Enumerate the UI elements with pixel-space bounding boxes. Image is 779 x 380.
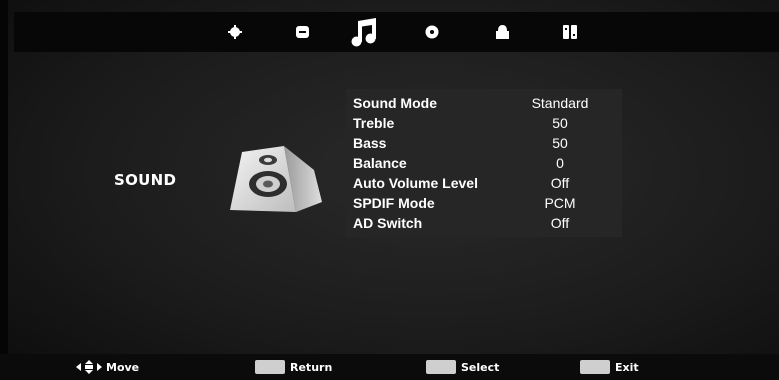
- music-note-icon: [351, 18, 376, 47]
- hint-select: Select: [426, 359, 499, 375]
- channel-icon: [295, 26, 309, 38]
- menu-item-label: Balance: [353, 155, 407, 171]
- section-title: SOUND: [114, 171, 177, 189]
- menu-item-balance[interactable]: Balance 0: [346, 153, 622, 173]
- arrow-keys-icon: [76, 360, 102, 374]
- menu-item-value: 0: [556, 155, 564, 171]
- menu-item-label: AD Switch: [353, 215, 423, 231]
- menu-item-label: Auto Volume Level: [353, 175, 478, 191]
- hint-move: Move: [76, 359, 139, 375]
- tab-setup[interactable]: [559, 12, 581, 52]
- speaker-icon: [230, 146, 322, 212]
- picture-icon: [228, 25, 242, 39]
- menu-key-icon: [255, 360, 285, 374]
- time-icon: [425, 25, 439, 39]
- menu-item-value: PCM: [544, 195, 576, 211]
- tab-lock[interactable]: [491, 12, 513, 52]
- menu-item-label: SPDIF Mode: [353, 195, 435, 211]
- menu-item-value: 50: [552, 135, 568, 151]
- tab-picture[interactable]: [224, 12, 246, 52]
- menu-item-value: Standard: [531, 95, 589, 111]
- setup-icon: [563, 25, 577, 39]
- menu-item-ad-switch[interactable]: AD Switch Off: [346, 213, 622, 233]
- menu-item-sound-mode[interactable]: Sound Mode Standard: [346, 93, 622, 113]
- sound-menu: Sound Mode Standard Treble 50 Bass 50 Ba…: [346, 89, 622, 237]
- hint-return-label: Return: [290, 360, 333, 374]
- menu-item-treble[interactable]: Treble 50: [346, 113, 622, 133]
- menu-item-value: 50: [552, 115, 568, 131]
- menu-item-bass[interactable]: Bass 50: [346, 133, 622, 153]
- lock-icon: [495, 25, 509, 39]
- tab-sound[interactable]: [344, 12, 384, 52]
- menu-item-auto-volume-level[interactable]: Auto Volume Level Off: [346, 173, 622, 193]
- menu-item-label: Sound Mode: [353, 95, 437, 111]
- menu-tab-bar: [14, 12, 779, 52]
- hint-bar: Move Return Select Exit: [0, 354, 779, 380]
- tab-channel[interactable]: [291, 12, 313, 52]
- hint-exit-label: Exit: [615, 360, 639, 374]
- menu-item-spdif-mode[interactable]: SPDIF Mode PCM: [346, 193, 622, 213]
- ok-key-icon: [426, 360, 456, 374]
- menu-item-value: Off: [550, 175, 570, 191]
- hint-select-label: Select: [461, 360, 500, 374]
- menu-item-label: Treble: [353, 115, 395, 131]
- exit-key-icon: [580, 360, 610, 374]
- menu-item-value: Off: [550, 215, 570, 231]
- tab-time[interactable]: [421, 12, 443, 52]
- hint-exit: Exit: [580, 359, 639, 375]
- hint-return: Return: [255, 359, 332, 375]
- bezel: [0, 0, 8, 380]
- menu-item-label: Bass: [353, 135, 387, 151]
- hint-move-label: Move: [106, 360, 140, 374]
